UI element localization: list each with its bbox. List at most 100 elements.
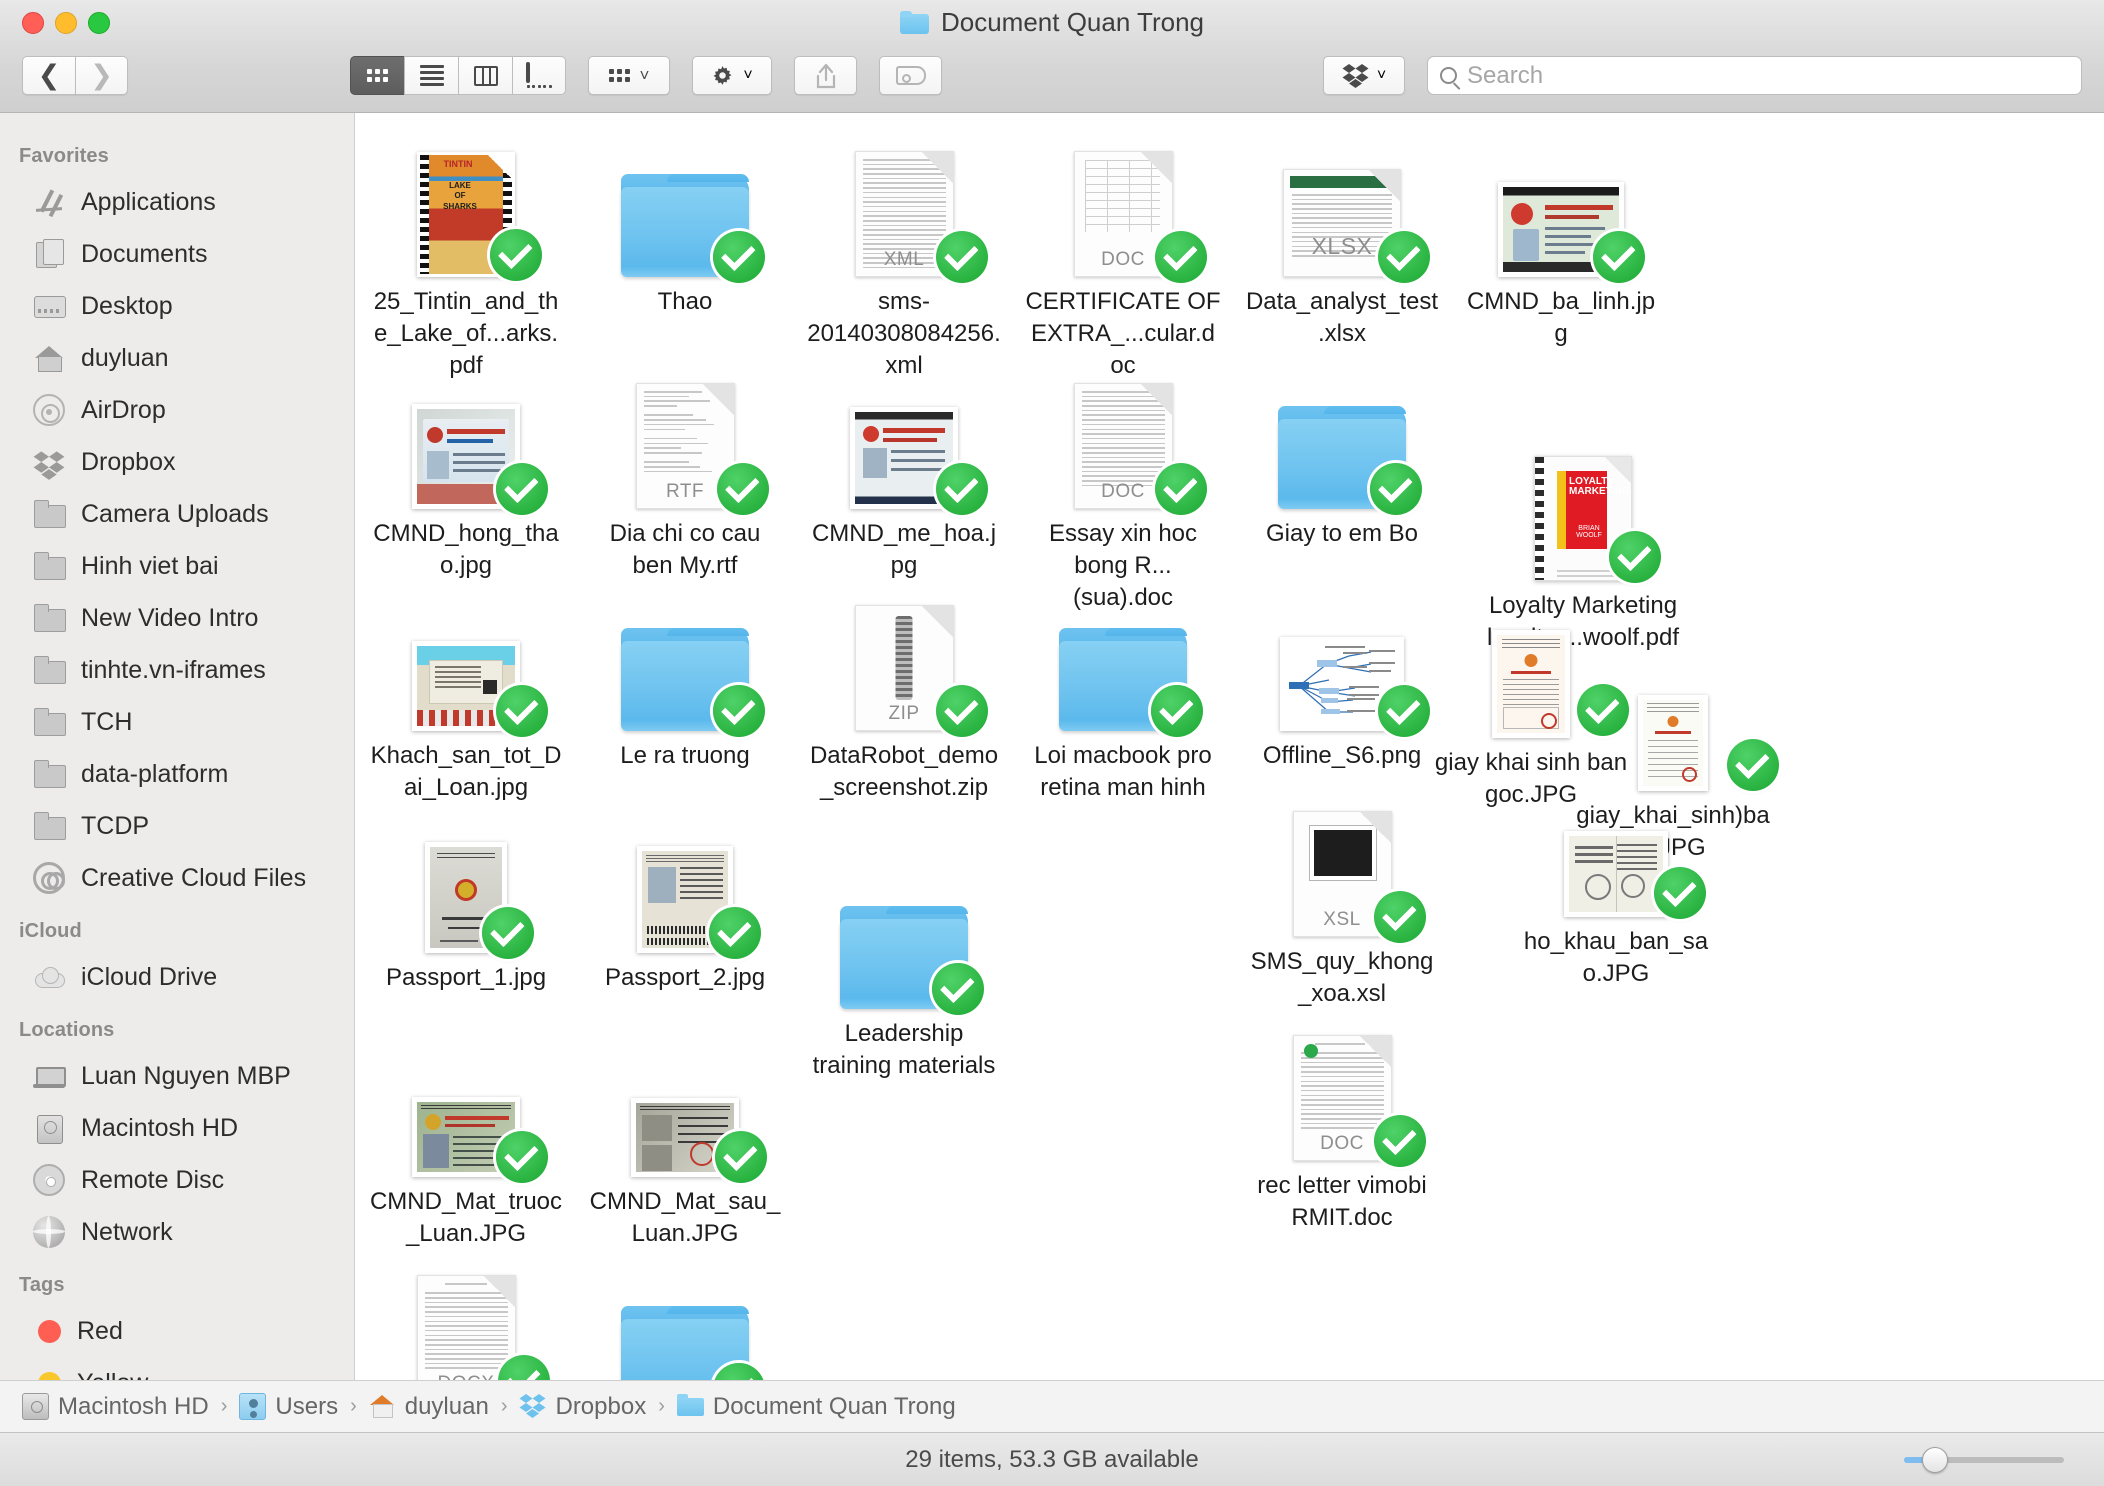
sidebar-item-tch[interactable]: TCH <box>0 696 354 748</box>
sidebar-item-tag-yellow[interactable]: Yellow <box>0 1357 354 1380</box>
file-item[interactable]: XLSX Data_analyst_test.xlsx <box>1242 129 1442 350</box>
action-menu-button[interactable]: ˅ <box>692 56 772 95</box>
dropbox-synced-badge <box>1370 463 1422 515</box>
sidebar-item-desktop[interactable]: Desktop <box>0 280 354 332</box>
sidebar-item-documents[interactable]: Documents <box>0 228 354 280</box>
sidebar-item-label: Yellow <box>77 1369 148 1381</box>
sidebar-item-data-platform[interactable]: data-platform <box>0 748 354 800</box>
file-item[interactable]: XSL SMS_quy_khong_xoa.xsl <box>1242 789 1442 1010</box>
file-grid[interactable]: TINTIN LAKE OF SHARKS 25_Tintin_and_the_La… <box>355 113 2104 1380</box>
sidebar-item-macintosh-hd[interactable]: Macintosh HD <box>0 1102 354 1154</box>
file-item[interactable]: ZIP DataRobot_demo_screenshot.zip <box>804 583 1004 804</box>
photo-thumbnail <box>1564 831 1668 917</box>
file-item[interactable]: Passport_1.jpg <box>366 805 566 994</box>
file-item[interactable]: CMND_hong_thao.jpg <box>366 361 566 582</box>
dropbox-synced-badge <box>1374 891 1426 943</box>
sidebar-item-dropbox[interactable]: Dropbox <box>0 436 354 488</box>
file-item[interactable]: XML sms-20140308084256.xml <box>804 129 1004 382</box>
file-item[interactable]: RTF Dia chi co cau ben My.rtf <box>585 361 785 582</box>
file-item[interactable]: Offline_S6.png <box>1242 583 1442 772</box>
file-item[interactable]: DOC Essay xin hoc bong R...(sua).doc <box>1023 361 1223 614</box>
file-thumbnail: DOC <box>1023 129 1223 283</box>
dropbox-synced-badge <box>1155 463 1207 515</box>
sidebar-item-label: Creative Cloud Files <box>81 863 307 892</box>
file-name: rec letter vimobi RMIT.doc <box>1257 1172 1427 1231</box>
sidebar-item-label: data-platform <box>81 759 229 788</box>
gallery-view-button[interactable] <box>512 56 566 95</box>
icon-view-button[interactable] <box>350 56 404 95</box>
chevron-right-icon: ❯ <box>90 60 113 90</box>
sidebar-heading-locations: Locations <box>19 1019 115 1041</box>
sidebar-item-new-video-intro[interactable]: New Video Intro <box>0 592 354 644</box>
file-item[interactable]: TINTIN LAKE OF SHARKS 25_Tintin_and_the_La… <box>366 129 566 382</box>
arrange-by-button[interactable]: ˅ <box>588 56 670 95</box>
file-item[interactable]: Khach_san_tot_Dai_Loan.jpg <box>366 583 566 804</box>
breadcrumb-macintosh-hd[interactable]: Macintosh HD <box>22 1393 209 1421</box>
file-thumbnail <box>585 129 785 283</box>
sidebar-item-applications[interactable]: Applications <box>0 176 354 228</box>
file-thumbnail <box>1461 129 1661 283</box>
search-field[interactable] <box>1427 56 2082 95</box>
sidebar-item-tcdp[interactable]: TCDP <box>0 800 354 852</box>
file-thumbnail: XML <box>804 129 1004 283</box>
file-item[interactable]: ho_khau_ban_sao.JPG <box>1516 797 1716 990</box>
photo-thumbnail <box>1492 630 1570 738</box>
breadcrumb-users[interactable]: Users <box>239 1393 338 1421</box>
sidebar-item-label: tinhte.vn-iframes <box>81 655 266 684</box>
gallery-icon <box>526 61 552 88</box>
file-item[interactable]: CMND_ba_linh.jpg <box>1461 129 1661 350</box>
file-item[interactable]: CMND_me_hoa.jpg <box>804 361 1004 582</box>
file-item[interactable]: DOC rec letter vimobi RMIT.doc <box>1242 1013 1442 1234</box>
sidebar-item-duyluan[interactable]: duyluan <box>0 332 354 384</box>
sidebar-item-tinhte-vn-iframes[interactable]: tinhte.vn-iframes <box>0 644 354 696</box>
sidebar-item-network[interactable]: Network <box>0 1206 354 1258</box>
sidebar-item-camera-uploads[interactable]: Camera Uploads <box>0 488 354 540</box>
dropbox-icon <box>1342 64 1369 88</box>
file-thumbnail <box>366 361 566 515</box>
edit-tags-button[interactable] <box>879 56 942 95</box>
file-item[interactable]: Passport_2.jpg <box>585 805 785 994</box>
file-item[interactable]: Le ra truong <box>585 583 785 772</box>
sidebar-item-icloud-drive[interactable]: iCloud Drive <box>0 951 354 1003</box>
list-view-button[interactable] <box>404 56 458 95</box>
file-name: CMND_Mat_truoc_Luan.JPG <box>369 1188 563 1247</box>
file-item[interactable]: Thao <box>585 129 785 318</box>
folder-icon <box>33 550 66 582</box>
breadcrumb-document-quan-trong[interactable]: Document Quan Trong <box>676 1393 956 1421</box>
file-item[interactable]: CMND_Mat_sau_Luan.JPG <box>585 1029 785 1250</box>
share-button[interactable] <box>794 56 857 95</box>
sidebar-item-airdrop[interactable]: AirDrop <box>0 384 354 436</box>
dropbox-synced-badge <box>1155 231 1207 283</box>
file-name: Data_analyst_test.xlsx <box>1245 288 1439 347</box>
breadcrumb-duyluan[interactable]: duyluan <box>369 1393 489 1421</box>
sidebar-heading-icloud: iCloud <box>19 920 82 942</box>
file-item[interactable]: Leadership training materials <box>804 861 1004 1082</box>
sidebar-item-remote-disc[interactable]: Remote Disc <box>0 1154 354 1206</box>
file-item[interactable]: Giay to em Bo <box>1242 361 1442 550</box>
toolbar: ❮ ❯ ˅ ˅ ˅ Search <box>0 48 2104 103</box>
dropbox-synced-badge <box>715 1131 767 1183</box>
forward-button[interactable]: ❯ <box>75 56 128 95</box>
sidebar-item-creative-cloud-files[interactable]: Creative Cloud Files <box>0 852 354 904</box>
file-item[interactable] <box>585 1261 785 1380</box>
sidebar-item-luan-nguyen-mbp[interactable]: Luan Nguyen MBP <box>0 1050 354 1102</box>
file-item[interactable]: Loi macbook pro retina man hinh <box>1023 583 1223 804</box>
file-item[interactable]: CMND_Mat_truoc_Luan.JPG <box>366 1029 566 1250</box>
file-item[interactable]: DOCX <box>366 1253 566 1380</box>
icon-size-slider[interactable] <box>1904 1446 2064 1473</box>
column-view-button[interactable] <box>458 56 512 95</box>
sidebar-item-tag-red[interactable]: Red <box>0 1305 354 1357</box>
sidebar-item-label: Applications <box>81 187 216 216</box>
file-item[interactable]: DOC CERTIFICATE OF EXTRA_...cular.doc <box>1023 129 1223 382</box>
dropbox-synced-badge <box>713 685 765 737</box>
file-thumbnail <box>804 361 1004 515</box>
dropbox-icon <box>519 1393 546 1420</box>
sidebar-item-hinh-viet-bai[interactable]: Hinh viet bai <box>0 540 354 592</box>
dropbox-menu-button[interactable]: ˅ <box>1323 56 1405 95</box>
slider-knob[interactable] <box>1922 1446 1948 1473</box>
breadcrumb-dropbox[interactable]: Dropbox <box>519 1393 646 1421</box>
search-input[interactable] <box>1467 61 2069 90</box>
applications-icon <box>33 186 65 218</box>
back-button[interactable]: ❮ <box>22 56 75 95</box>
sidebar-item-label: Luan Nguyen MBP <box>81 1061 291 1090</box>
